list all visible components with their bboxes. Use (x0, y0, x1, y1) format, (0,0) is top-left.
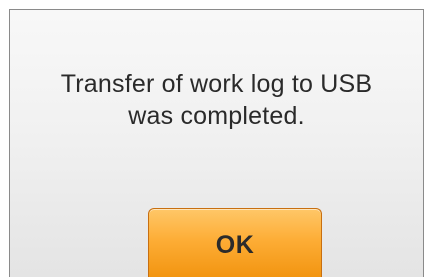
dialog-message: Transfer of work log to USB was complete… (10, 68, 423, 132)
dialog-message-line-1: Transfer of work log to USB (60, 70, 373, 98)
transfer-complete-dialog: Transfer of work log to USB was complete… (9, 9, 424, 277)
ok-button-label: OK (215, 231, 255, 259)
ok-button[interactable]: OK (148, 208, 322, 277)
dialog-message-line-2: was completed. (128, 102, 305, 130)
